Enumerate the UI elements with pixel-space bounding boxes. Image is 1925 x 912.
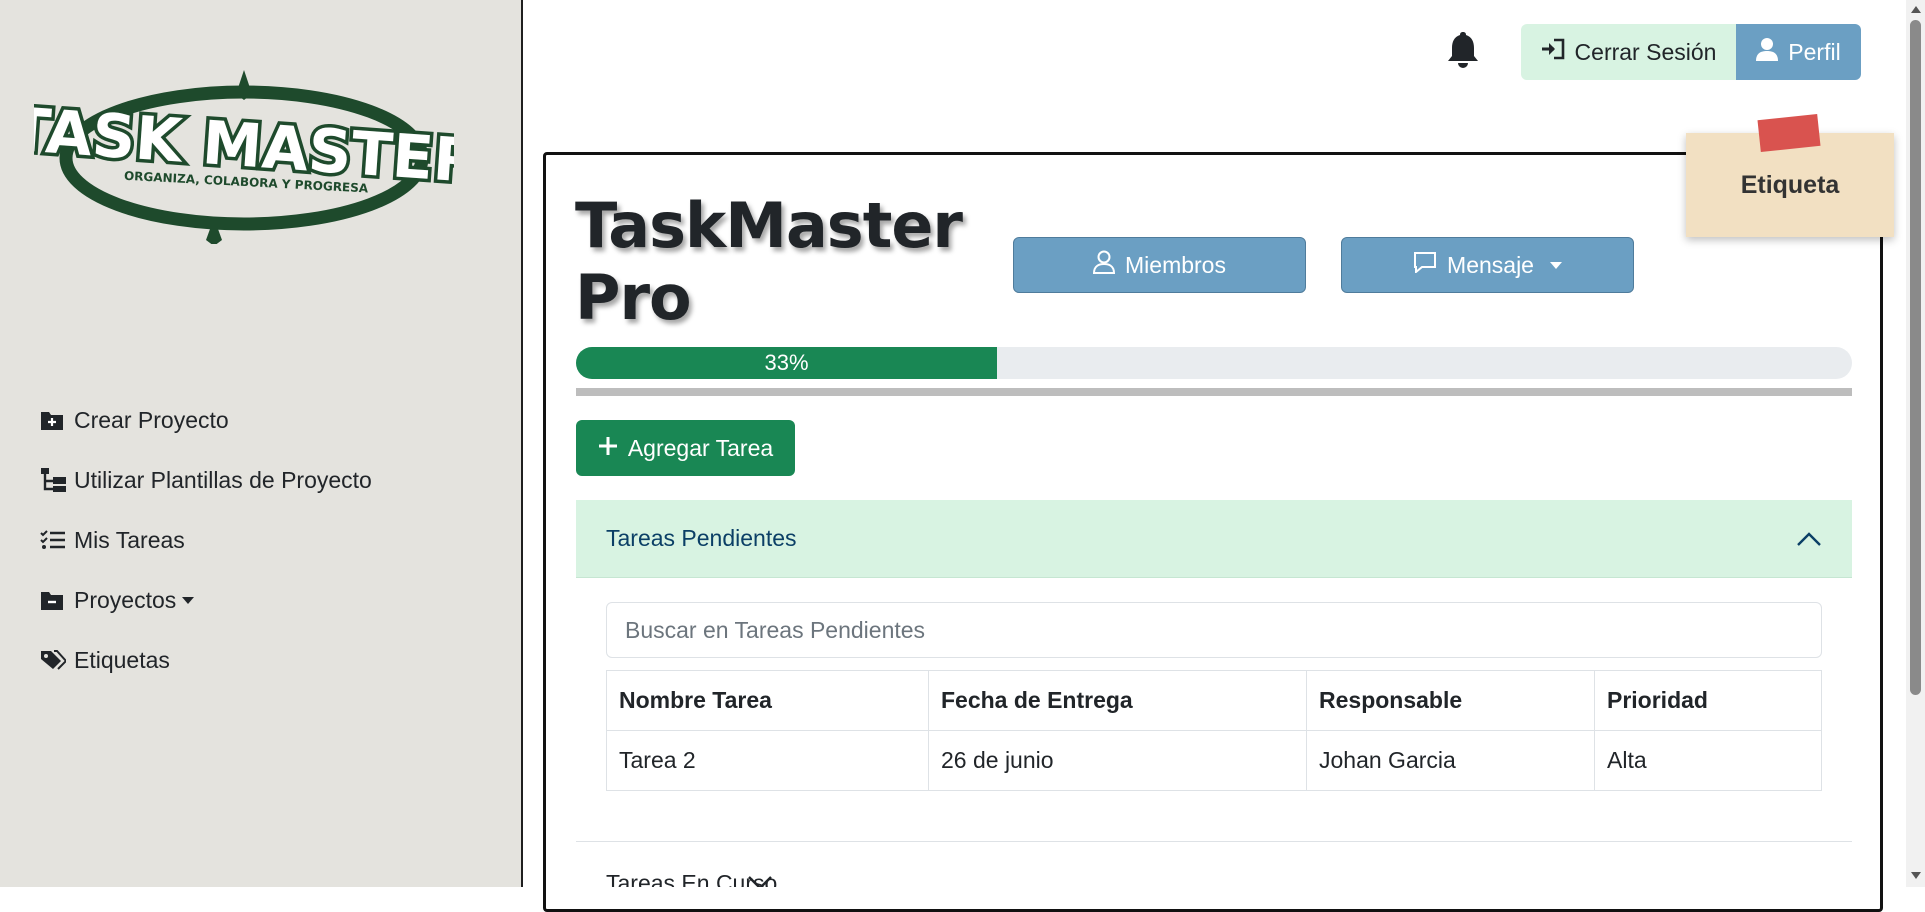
column-header[interactable]: Fecha de Entrega (928, 670, 1307, 731)
project-title: TaskMaster Pro (575, 189, 963, 334)
folder-minus-icon (40, 589, 74, 611)
scroll-up-arrow-icon[interactable] (1911, 6, 1921, 13)
scrollbar-thumb[interactable] (1910, 20, 1921, 695)
chat-icon (1413, 251, 1437, 279)
sidebar-item-label: Mis Tareas (74, 526, 185, 553)
user-icon (1756, 37, 1779, 67)
sidebar-item-label: Etiquetas (74, 646, 170, 673)
message-dropdown-button[interactable]: Mensaje (1341, 237, 1634, 293)
column-header[interactable]: Prioridad (1594, 670, 1822, 731)
bell-icon[interactable] (1445, 30, 1481, 70)
due-date-cell: 26 de junio (928, 730, 1307, 791)
members-label: Miembros (1125, 251, 1226, 278)
profile-label: Perfil (1788, 38, 1841, 65)
task-name-cell: Tarea 2 (606, 730, 929, 791)
project-title-line2: Pro (575, 261, 692, 334)
add-task-label: Agregar Tarea (627, 434, 774, 461)
tags-icon (40, 649, 74, 671)
taskmaster-logo[interactable]: TASK MASTER ORGANIZA, COLABORA Y PROGRES… (34, 64, 454, 244)
checklist-icon (40, 529, 74, 551)
members-button[interactable]: Miembros (1013, 237, 1306, 293)
sidebar-item-etiquetas[interactable]: Etiquetas (40, 630, 372, 690)
chevron-up-icon (1796, 526, 1822, 553)
pending-tasks-table: Nombre Tarea Fecha de Entrega Responsabl… (606, 670, 1822, 791)
column-header[interactable]: Nombre Tarea (606, 670, 929, 731)
priority-cell: Alta (1594, 730, 1822, 791)
sign-in-icon (1541, 38, 1565, 66)
progress-label: 33% (764, 350, 809, 375)
sidebar-item-proyectos[interactable]: Proyectos (40, 570, 372, 630)
project-progress-bar: 33% (576, 347, 1852, 379)
sidebar-item-crear-proyecto[interactable]: Crear Proyecto (40, 390, 372, 450)
person-icon (1093, 250, 1116, 280)
sidebar: TASK MASTER ORGANIZA, COLABORA Y PROGRES… (0, 0, 523, 887)
folder-plus-icon (40, 409, 74, 431)
sidebar-item-label: Proyectos (74, 586, 177, 613)
sidebar-nav: Crear Proyecto Utilizar Plantillas de Pr… (40, 390, 372, 690)
sidebar-item-label: Utilizar Plantillas de Proyecto (74, 466, 372, 493)
progress-fill: 33% (576, 347, 998, 379)
diagram-icon (40, 467, 74, 493)
logout-button[interactable]: Cerrar Sesión (1521, 24, 1736, 80)
pending-tasks-accordion-header[interactable]: Tareas Pendientes (576, 500, 1852, 578)
assignee-cell: Johan Garcia (1306, 730, 1595, 791)
logout-label: Cerrar Sesión (1574, 38, 1717, 65)
message-label: Mensaje (1447, 251, 1534, 278)
table-header-row: Nombre Tarea Fecha de Entrega Responsabl… (606, 670, 1822, 731)
chevron-down-icon (747, 870, 773, 887)
table-row[interactable]: Tarea 2 26 de junio Johan Garcia Alta (606, 730, 1822, 791)
tag-sticky-note[interactable]: Etiqueta (1686, 113, 1894, 237)
note-tape (1757, 113, 1821, 153)
project-title-line1: TaskMaster (575, 189, 963, 262)
in-progress-tasks-accordion-header[interactable]: Tareas En Curso (576, 841, 1852, 887)
divider (576, 388, 1852, 396)
sidebar-item-mis-tareas[interactable]: Mis Tareas (40, 510, 372, 570)
pending-tasks-search-input[interactable] (606, 602, 1822, 658)
note-label: Etiqueta (1740, 170, 1840, 199)
caret-down-icon (1549, 261, 1562, 269)
caret-down-icon (182, 596, 195, 604)
pending-tasks-title: Tareas Pendientes (606, 525, 797, 551)
plus-icon (598, 435, 618, 462)
page-scrollbar[interactable] (1906, 0, 1925, 887)
scroll-down-arrow-icon[interactable] (1911, 872, 1921, 879)
profile-button[interactable]: Perfil (1736, 24, 1861, 80)
sidebar-item-label: Crear Proyecto (74, 406, 229, 433)
column-header[interactable]: Responsable (1306, 670, 1595, 731)
add-task-button[interactable]: Agregar Tarea (576, 420, 795, 476)
sidebar-item-plantillas[interactable]: Utilizar Plantillas de Proyecto (40, 450, 372, 510)
